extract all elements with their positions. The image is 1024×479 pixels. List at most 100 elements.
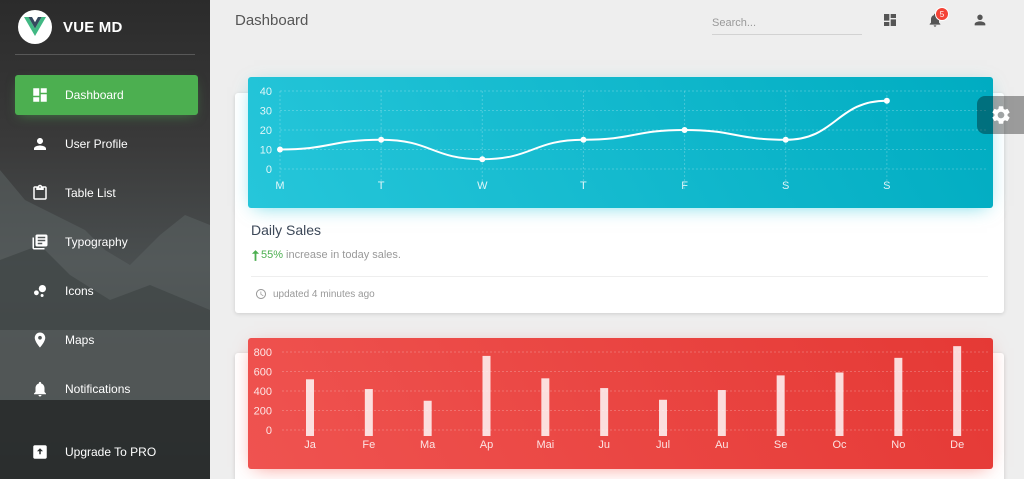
sidebar-item-label: Notifications [65,382,131,396]
x-tick-label: F [681,180,688,192]
data-point [277,146,283,153]
line-chart-svg: 0 10 20 30 40 M T W T F S S [260,86,988,192]
bar [835,372,844,436]
location-pin-icon [31,331,49,349]
person-icon [972,12,988,28]
card-title: Daily Sales [251,222,322,238]
clipboard-icon [31,184,49,202]
x-tick-label: Au [715,439,728,451]
x-tick-label: W [477,180,488,192]
y-tick-label: 10 [260,145,272,157]
arrow-upward-icon [251,249,261,261]
card-divider [251,276,988,277]
sidebar-item-dashboard[interactable]: Dashboard [15,75,198,115]
dashboard-icon [31,86,49,104]
x-tick-label: De [950,439,964,451]
library-books-icon [31,233,49,251]
bar [894,357,903,436]
x-tick-label: T [580,180,587,192]
updated-time: updated 4 minutes ago [273,288,375,300]
sidebar-item-table-list[interactable]: Table List [15,173,198,213]
search-input[interactable] [712,11,862,35]
card-description: increase in today sales. [286,249,401,261]
data-point [378,136,385,143]
x-tick-label: Ja [304,439,317,451]
sidebar-item-icons[interactable]: Icons [15,271,198,311]
bell-icon [31,380,49,398]
bubble-chart-icon [31,282,49,300]
sidebar-item-label: Upgrade To PRO [65,445,157,459]
y-tick-label: 30 [260,106,272,118]
bar [423,400,432,436]
y-tick-label: 400 [254,386,272,398]
bar [953,346,962,436]
series-line [279,99,887,161]
sidebar-item-user-profile[interactable]: User Profile [15,124,198,164]
data-point [580,136,587,143]
brand-name: VUE MD [63,18,123,36]
sidebar-item-label: Icons [65,284,94,298]
bar [717,390,726,436]
data-point [681,127,688,133]
page-title[interactable]: Dashboard [235,12,308,29]
data-point [883,97,890,104]
daily-sales-chart: 0 10 20 30 40 M T W T F S S [248,77,993,208]
sidebar-item-upgrade-pro[interactable]: Upgrade To PRO [15,432,198,472]
x-tick-label: S [883,180,890,192]
y-tick-label: 600 [254,367,272,379]
sidebar-item-typography[interactable]: Typography [15,222,198,262]
dashboard-icon [882,12,898,28]
person-icon [31,135,49,153]
x-tick-label: Oc [832,439,847,451]
x-tick-label: Mai [536,439,554,451]
y-tick-label: 200 [254,406,272,418]
y-tick-label: 40 [260,86,272,98]
bar [482,355,491,436]
x-tick-label: No [891,439,905,451]
gear-icon [990,104,1012,126]
card-footer: updated 4 minutes ago [255,288,375,300]
card-category: 55% increase in today sales. [251,249,401,261]
y-tick-label: 0 [266,425,272,437]
sidebar-item-label: Maps [65,333,95,347]
brand-divider [15,54,195,55]
y-tick-label: 20 [260,125,272,137]
bar [776,375,785,436]
bar [364,389,373,436]
data-point [782,136,789,143]
x-tick-label: Ap [480,439,493,451]
bar [306,379,314,436]
x-tick-label: Ma [420,439,436,451]
y-tick-label: 800 [254,347,272,359]
brand[interactable]: VUE MD [0,0,210,54]
settings-plugin-button[interactable] [977,96,1024,134]
x-tick-label: S [782,180,789,192]
data-point [479,156,486,163]
dashboard-top-button[interactable] [882,12,898,28]
sidebar-item-label: Typography [65,235,128,249]
sidebar-item-maps[interactable]: Maps [15,320,198,360]
sidebar: VUE MD Dashboard User Profile Table List… [0,0,210,479]
bar [600,388,609,436]
profile-button[interactable] [972,12,988,28]
x-tick-label: Ju [598,439,610,451]
vue-logo-icon [18,10,52,44]
sidebar-item-label: User Profile [65,137,128,151]
bar [659,399,667,436]
bar [541,378,550,436]
x-tick-label: Se [774,439,787,451]
sidebar-item-notifications[interactable]: Notifications [15,369,198,409]
clock-icon [256,289,266,299]
x-tick-label: T [378,180,385,192]
sidebar-item-label: Dashboard [65,88,124,102]
bar-chart-svg: 0 200 400 600 800 Ja Fe Ma Ap Mai Ju Jul Au Se Oc No De [254,346,988,451]
x-tick-label: Fe [362,439,375,451]
notification-count-badge: 5 [935,7,949,21]
unarchive-icon [31,443,49,461]
percent-increase: 55% [261,249,284,261]
email-subscriptions-chart: 0 200 400 600 800 Ja Fe Ma Ap Mai Ju Jul Au Se Oc No De [248,338,993,469]
sidebar-item-label: Table List [65,186,116,200]
x-tick-label: M [275,180,284,192]
x-tick-label: Jul [656,439,670,451]
y-tick-label: 0 [266,164,272,176]
